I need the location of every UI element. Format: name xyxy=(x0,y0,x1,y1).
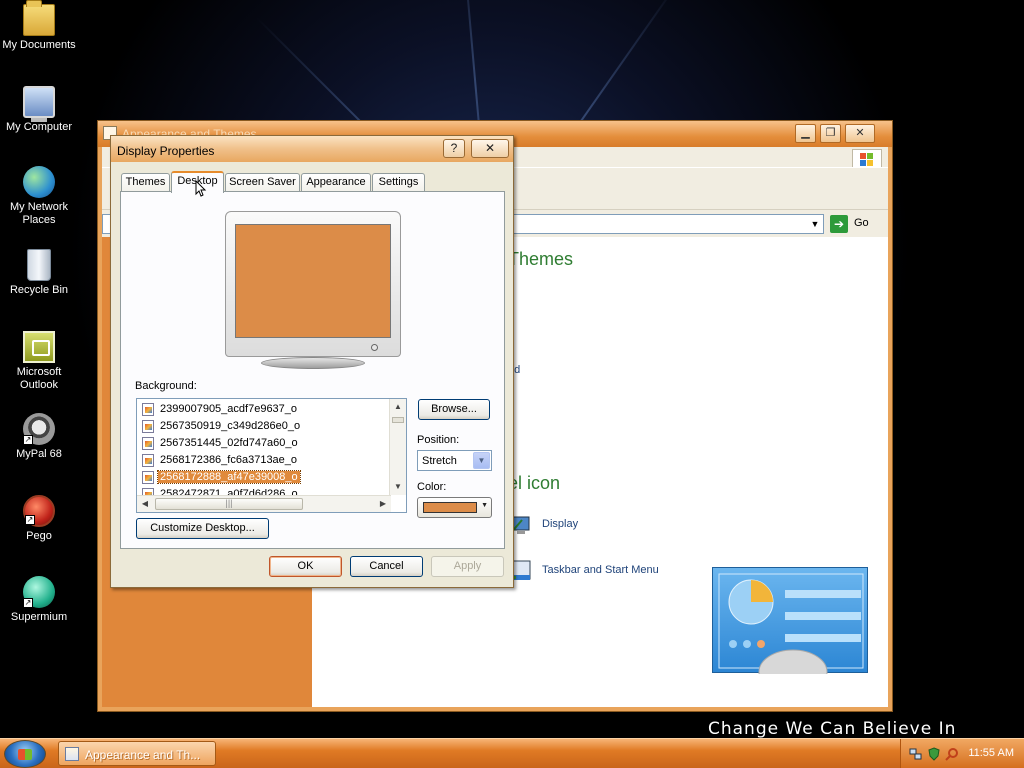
scroll-left-icon[interactable]: ◀ xyxy=(137,496,153,512)
monitor-preview xyxy=(225,211,401,357)
color-picker-button[interactable]: ▼ xyxy=(417,497,492,518)
start-button[interactable] xyxy=(4,740,46,768)
list-item-label: 2399007905_acdf7e9637_o xyxy=(160,403,298,415)
taskbar-window-button[interactable]: Appearance and Th... xyxy=(58,741,216,766)
display-properties-dialog[interactable]: Display Properties ? ✕ Themes Desktop Sc… xyxy=(110,135,514,588)
desktop-icon-my-documents[interactable]: My Documents xyxy=(0,0,78,52)
desktop-icon-pego[interactable]: ↗ Pego xyxy=(0,495,78,543)
image-file-icon xyxy=(142,471,154,484)
scroll-thumb[interactable]: ||| xyxy=(155,498,303,510)
power-led-icon xyxy=(371,344,378,351)
control-panel-icon-heading: el icon xyxy=(508,473,561,493)
folder-window-icon xyxy=(65,747,79,761)
desktop-icon-label: Pego xyxy=(26,530,52,542)
computer-icon xyxy=(23,86,55,122)
taskbar-start-menu-label: Taskbar and Start Menu xyxy=(542,564,659,576)
scroll-down-icon[interactable]: ▼ xyxy=(390,479,406,495)
close-button[interactable]: ✕ xyxy=(471,139,509,158)
desktop-icon-label: My Computer xyxy=(5,121,73,133)
desktop-icon-label: Supermium xyxy=(10,611,68,623)
scroll-thumb[interactable] xyxy=(392,417,404,423)
vertical-scrollbar[interactable]: ▲ ▼ xyxy=(389,399,406,495)
outlook-icon xyxy=(23,331,55,363)
color-label: Color: xyxy=(417,481,447,493)
desktop-icon-mypal[interactable]: ↗ MyPal 68 xyxy=(0,413,78,461)
ok-button[interactable]: OK xyxy=(269,556,342,577)
scroll-up-icon[interactable]: ▲ xyxy=(390,399,406,415)
desktop-icon-label: MyPal 68 xyxy=(16,448,62,460)
clock: 11:55 AM xyxy=(968,747,1014,759)
control-panel-illustration xyxy=(712,567,868,695)
list-item-label: 2568172386_fc6a3713ae_o xyxy=(160,454,298,466)
close-button[interactable]: ✕ xyxy=(845,124,875,143)
image-file-icon xyxy=(142,420,154,433)
maximize-button[interactable]: ❐ xyxy=(820,124,841,143)
image-file-icon xyxy=(142,437,154,450)
customize-desktop-button[interactable]: Customize Desktop... xyxy=(136,518,269,539)
list-item-label: 2568172888_af47e39008_o xyxy=(157,470,301,484)
tab-screen-saver[interactable]: Screen Saver xyxy=(225,173,300,192)
taskbar: Appearance and Th... 11:55 AM xyxy=(0,738,1024,768)
help-button[interactable]: ? xyxy=(443,139,465,158)
shortcut-arrow-icon: ↗ xyxy=(25,515,35,525)
desktop-icon-my-computer[interactable]: My Computer xyxy=(0,86,78,134)
desktop-icon-label: My Network Places xyxy=(9,201,69,226)
desktop-tab-panel: Background: 2399007905_acdf7e9637_o 2567… xyxy=(120,191,505,549)
desktop-icon-label: Recycle Bin xyxy=(9,284,69,296)
themes-heading: Themes xyxy=(508,249,574,269)
list-item-label: 2567351445_02fd747a60_o xyxy=(160,437,298,449)
desktop-icon-my-network-places[interactable]: My Network Places xyxy=(0,166,78,227)
position-value: Stretch xyxy=(422,455,457,467)
position-select[interactable]: Stretch ▼ xyxy=(417,450,492,471)
wallpaper-slogan: Change We Can Believe In xyxy=(708,719,957,738)
pego-icon: ↗ xyxy=(23,495,55,527)
chevron-down-icon[interactable]: ▼ xyxy=(473,452,490,469)
display-label: Display xyxy=(542,518,579,530)
tab-settings[interactable]: Settings xyxy=(372,173,425,192)
image-file-icon xyxy=(142,403,154,416)
folder-icon xyxy=(23,0,55,36)
go-arrow-icon: ➔ xyxy=(830,215,848,233)
network-globe-icon xyxy=(23,166,55,198)
desktop-icon-supermium[interactable]: ↗ Supermium xyxy=(0,576,78,624)
tab-themes[interactable]: Themes xyxy=(121,173,170,192)
chevron-down-icon: ▼ xyxy=(481,502,488,509)
scroll-right-icon[interactable]: ▶ xyxy=(375,496,391,512)
desktop-icon-recycle-bin[interactable]: Recycle Bin xyxy=(0,249,78,297)
desktop-icon-microsoft-outlook[interactable]: Microsoft Outlook xyxy=(0,331,78,392)
monitor-stand xyxy=(261,357,365,369)
image-file-icon xyxy=(142,454,154,467)
apply-button[interactable]: Apply xyxy=(431,556,504,577)
system-tray: 11:55 AM xyxy=(900,739,1024,768)
minimize-button[interactable]: ▁ xyxy=(795,124,816,143)
browse-button[interactable]: Browse... xyxy=(418,399,490,420)
go-button[interactable]: ➔ Go xyxy=(830,215,882,233)
horizontal-scrollbar[interactable]: ◀ ||| ▶ xyxy=(137,495,391,512)
raccoon-icon: ↗ xyxy=(23,413,55,445)
background-list[interactable]: 2399007905_acdf7e9637_o 2567350919_c349d… xyxy=(136,398,407,513)
cancel-button[interactable]: Cancel xyxy=(350,556,423,577)
supermium-icon: ↗ xyxy=(23,576,55,608)
search-icon[interactable] xyxy=(945,747,959,761)
network-icon[interactable] xyxy=(909,747,923,761)
desktop-icon-label: My Documents xyxy=(2,39,76,51)
chevron-down-icon[interactable]: ▼ xyxy=(808,216,822,232)
desktop-preview-screen xyxy=(235,224,391,338)
dialog-titlebar[interactable]: Display Properties ? ✕ xyxy=(111,136,513,162)
background-label: Background: xyxy=(135,380,197,392)
desktop-icon-label: Microsoft Outlook xyxy=(16,366,62,391)
taskbar-window-label: Appearance and Th... xyxy=(85,748,201,762)
position-label: Position: xyxy=(417,434,460,446)
mouse-cursor-icon xyxy=(195,179,207,201)
list-item-label: 2567350919_c349d286e0_o xyxy=(160,420,301,432)
go-label: Go xyxy=(854,217,869,229)
shortcut-arrow-icon: ↗ xyxy=(23,598,33,608)
shield-icon[interactable] xyxy=(927,747,941,761)
shortcut-arrow-icon: ↗ xyxy=(23,435,33,445)
dialog-title: Display Properties xyxy=(117,144,215,158)
color-swatch xyxy=(423,502,477,513)
recycle-bin-icon xyxy=(27,249,51,281)
tab-appearance[interactable]: Appearance xyxy=(301,173,371,192)
